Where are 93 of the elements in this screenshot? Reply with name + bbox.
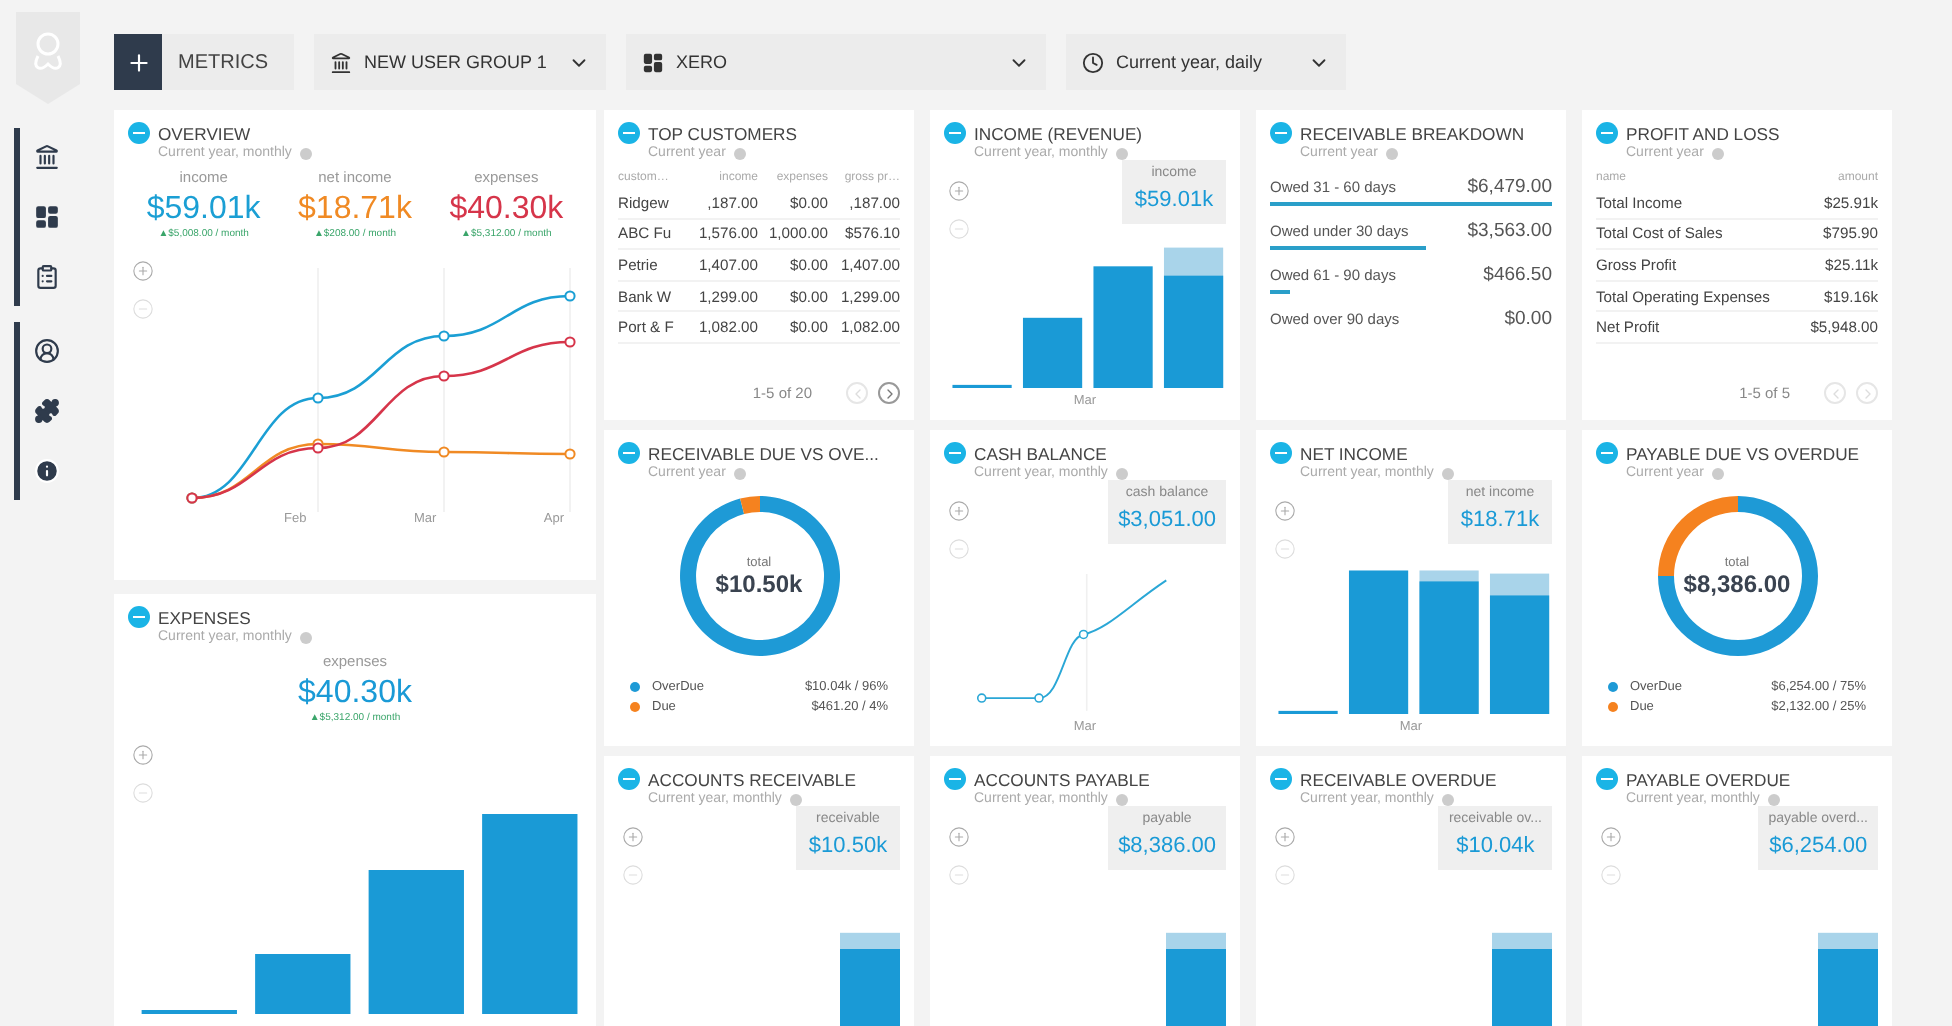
card-title: CASH BALANCE [974, 443, 1107, 463]
card-title: INCOME (REVENUE) [974, 123, 1143, 143]
logo-icon [1596, 122, 1618, 144]
stat-value: $18.71k [298, 192, 412, 228]
stat-value: $40.30k [449, 192, 564, 228]
zoom-in-icon[interactable] [1274, 826, 1296, 848]
dot-icon [1115, 147, 1128, 159]
next-page-button[interactable] [878, 382, 900, 404]
card-title: RECEIVABLE OVERDUE [1300, 769, 1497, 789]
card-title: ACCOUNTS PAYABLE [974, 769, 1150, 789]
breakdown-value: $466.50 [1483, 264, 1552, 286]
dot-icon [1767, 793, 1780, 805]
info-icon[interactable] [34, 458, 60, 484]
bank-icon [330, 51, 352, 73]
zoom-in-icon[interactable] [622, 826, 644, 848]
zoom-in-icon[interactable] [1600, 826, 1622, 848]
plus-icon [125, 49, 151, 75]
dot-icon [299, 631, 312, 643]
zoom-out-icon[interactable] [132, 298, 154, 320]
zoom-in-icon[interactable] [132, 260, 154, 282]
logo-icon [618, 122, 640, 144]
period-dropdown[interactable]: Current year, daily [1066, 34, 1346, 90]
dot-icon [733, 147, 746, 159]
breakdown-value: $3,563.00 [1467, 220, 1552, 242]
dot-icon [1441, 793, 1454, 805]
zoom-in-icon[interactable] [948, 826, 970, 848]
breakdown-value: $0.00 [1504, 308, 1552, 330]
logo-icon [1270, 122, 1292, 144]
tooltip-value: $18.71k [1460, 508, 1540, 532]
logo-icon [1270, 768, 1292, 790]
card-title: PAYABLE OVERDUE [1626, 769, 1791, 789]
dot-icon [1711, 467, 1724, 479]
tooltip-value: $10.04k [1456, 834, 1535, 858]
zoom-in-icon[interactable] [1274, 500, 1296, 522]
stat-value: $40.30k [298, 676, 412, 712]
logo-icon [1270, 442, 1292, 464]
dot-icon [789, 793, 802, 805]
logo-icon [618, 442, 640, 464]
zoom-out-icon[interactable] [132, 782, 154, 804]
logo-icon [618, 768, 640, 790]
dot-icon [1711, 147, 1724, 159]
dot-icon [1115, 793, 1128, 805]
dashboard-icon [642, 51, 664, 73]
zoom-out-icon[interactable] [1274, 538, 1296, 560]
card-title: OVERVIEW [158, 123, 251, 143]
puzzle-icon[interactable] [34, 398, 60, 424]
card-title: RECEIVABLE BREAKDOWN [1300, 123, 1525, 143]
card-title: ACCOUNTS RECEIVABLE [648, 769, 856, 789]
clock-icon [1082, 51, 1104, 73]
tooltip-value: $10.50k [808, 834, 888, 858]
metrics-label: METRICS [162, 34, 294, 90]
zoom-out-icon[interactable] [622, 864, 644, 886]
card-title: EXPENSES [158, 607, 251, 627]
zoom-out-icon[interactable] [1274, 864, 1296, 886]
add-button[interactable] [114, 34, 162, 90]
dot-icon [733, 467, 746, 479]
tooltip-value: $59.01k [1134, 188, 1214, 212]
logo-icon [128, 122, 150, 144]
card-title: RECEIVABLE DUE VS OVE... [648, 443, 879, 463]
zoom-in-icon[interactable] [948, 500, 970, 522]
logo-icon [944, 122, 966, 144]
user-icon[interactable] [34, 338, 60, 364]
tooltip-value: $6,254.00 [1769, 834, 1868, 858]
dot-icon [299, 147, 312, 159]
dot-icon [1115, 467, 1128, 479]
group-dropdown[interactable]: NEW USER GROUP 1 [314, 34, 606, 90]
logo-icon [944, 442, 966, 464]
zoom-out-icon[interactable] [948, 864, 970, 886]
stat-value: $59.01k [146, 192, 261, 228]
clipboard-icon[interactable] [34, 264, 60, 290]
zoom-out-icon[interactable] [948, 218, 970, 240]
source-dropdown[interactable]: XERO [626, 34, 1046, 90]
tooltip-value: $3,051.00 [1118, 508, 1216, 532]
dot-icon [1385, 147, 1398, 159]
logo-icon [128, 606, 150, 628]
card-title: TOP CUSTOMERS [648, 123, 797, 143]
dashboard-icon[interactable] [34, 204, 60, 230]
logo-icon [1596, 768, 1618, 790]
logo-icon [944, 768, 966, 790]
total-value: $8,386.00 [1683, 569, 1791, 597]
total-value: $10.50k [715, 569, 803, 597]
card-title: PROFIT AND LOSS [1626, 123, 1780, 143]
breakdown-value: $6,479.00 [1467, 176, 1552, 198]
card-title: PAYABLE DUE VS OVERDUE [1626, 443, 1860, 463]
zoom-out-icon[interactable] [1600, 864, 1622, 886]
zoom-out-icon[interactable] [948, 538, 970, 560]
zoom-in-icon[interactable] [948, 180, 970, 202]
card-title: NET INCOME [1300, 443, 1408, 463]
dot-icon [1441, 467, 1454, 479]
logo-icon [1596, 442, 1618, 464]
zoom-in-icon[interactable] [132, 744, 154, 766]
tooltip-value: $8,386.00 [1118, 834, 1216, 858]
bank-icon[interactable] [34, 144, 60, 170]
